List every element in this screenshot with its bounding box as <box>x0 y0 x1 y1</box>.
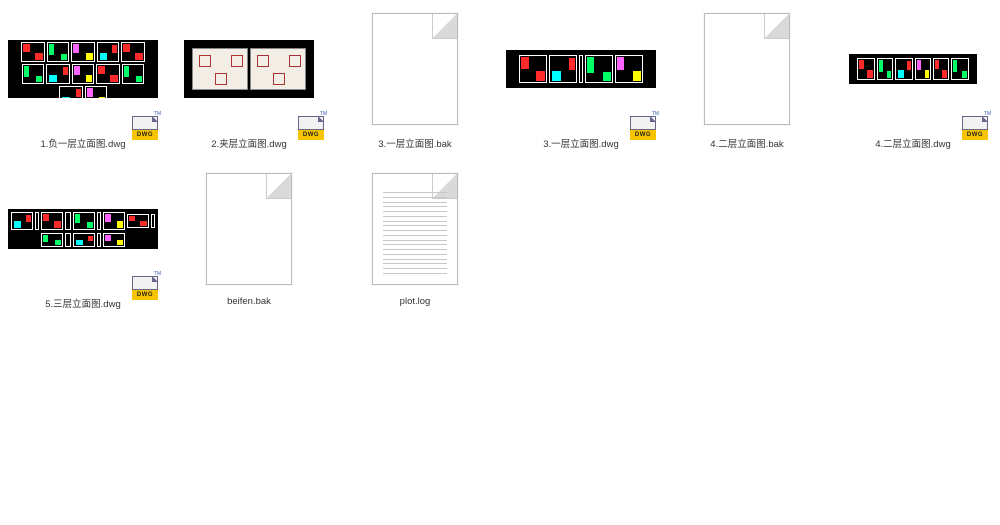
file-label[interactable]: 1.负一层立面图.dwg <box>41 136 126 150</box>
file-grid: TMDWG 1.负一层立面图.dwg TMDWG 2.夹层立面图.dwg 3.一层立面图… <box>0 0 1000 320</box>
file-thumbnail <box>340 164 490 294</box>
blank-file-icon <box>704 13 790 125</box>
file-item[interactable]: 4.二层立面图.bak <box>664 0 830 160</box>
file-item[interactable]: TMDWG 3.一层立面图.dwg <box>498 0 664 160</box>
file-label[interactable]: 4.二层立面图.bak <box>710 136 783 150</box>
log-file-icon <box>372 173 458 285</box>
file-thumbnail <box>8 164 158 294</box>
file-label[interactable]: 2.夹层立面图.dwg <box>211 136 287 150</box>
cad-thumbnail <box>8 209 158 249</box>
file-label[interactable]: 3.一层立面图.bak <box>378 136 451 150</box>
blank-file-icon <box>372 13 458 125</box>
dwg-badge-icon: TMDWG <box>132 276 160 300</box>
file-thumbnail <box>340 4 490 134</box>
file-item[interactable]: TMDWG 4.二层立面图.dwg <box>830 0 996 160</box>
file-thumbnail <box>174 4 324 134</box>
cad-thumbnail <box>506 50 656 88</box>
file-item[interactable]: beifen.bak <box>166 160 332 320</box>
file-thumbnail <box>8 4 158 134</box>
file-thumbnail <box>506 4 656 134</box>
file-item[interactable]: TMDWG 2.夹层立面图.dwg <box>166 0 332 160</box>
file-thumbnail <box>174 164 324 294</box>
cad-thumbnail <box>8 40 158 98</box>
file-item[interactable]: TMDWG 5.三层立面图.dwg <box>0 160 166 320</box>
file-label[interactable]: beifen.bak <box>227 296 271 307</box>
cad-thumbnail <box>184 40 314 98</box>
dwg-badge-icon: TMDWG <box>630 116 658 140</box>
dwg-badge-icon: TMDWG <box>298 116 326 140</box>
file-label[interactable]: plot.log <box>400 296 431 307</box>
file-item[interactable]: plot.log <box>332 160 498 320</box>
file-label[interactable]: 3.一层立面图.dwg <box>543 136 619 150</box>
file-label[interactable]: 5.三层立面图.dwg <box>45 296 121 310</box>
file-thumbnail <box>672 4 822 134</box>
file-label[interactable]: 4.二层立面图.dwg <box>875 136 951 150</box>
file-item[interactable]: TMDWG 1.负一层立面图.dwg <box>0 0 166 160</box>
file-thumbnail <box>838 4 988 134</box>
cad-thumbnail <box>849 54 977 84</box>
file-item[interactable]: 3.一层立面图.bak <box>332 0 498 160</box>
dwg-badge-icon: TMDWG <box>132 116 160 140</box>
dwg-badge-icon: TMDWG <box>962 116 990 140</box>
blank-file-icon <box>206 173 292 285</box>
